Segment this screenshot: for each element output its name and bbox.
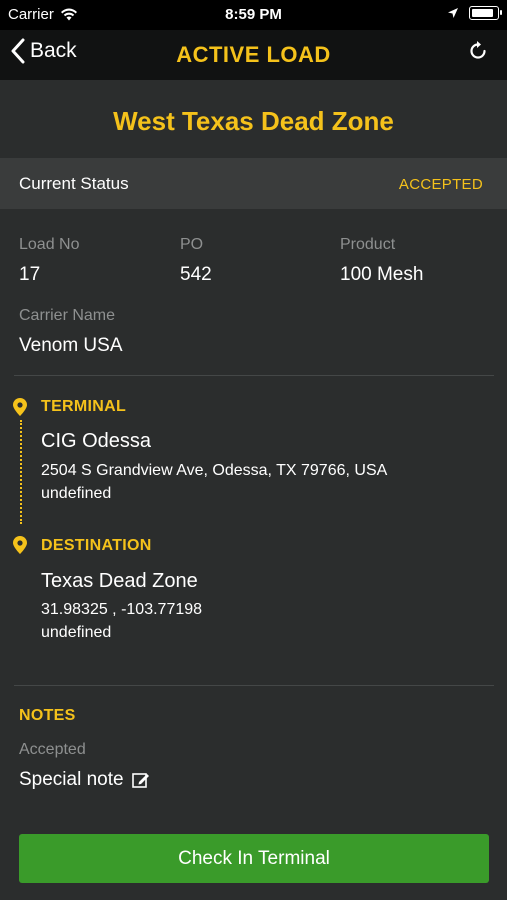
notes-heading: NOTES xyxy=(19,707,76,724)
page-title: ACTIVE LOAD xyxy=(176,42,331,67)
special-note-text: Special note xyxy=(19,769,124,790)
destination-name: Texas Dead Zone xyxy=(41,570,198,592)
check-in-terminal-button[interactable]: Check In Terminal xyxy=(19,834,489,883)
carrier-name-label: Carrier Name xyxy=(19,307,116,324)
battery-icon xyxy=(469,6,502,20)
destination-coords: 31.98325 , -103.77198 xyxy=(41,601,203,618)
destination-extra: undefined xyxy=(41,624,112,641)
nav-bar: Back ACTIVE LOAD xyxy=(0,30,507,80)
carrier-name-value: Venom USA xyxy=(19,335,123,356)
terminal-extra: undefined xyxy=(41,485,112,502)
po-label: PO xyxy=(180,236,204,253)
load-no-value: 17 xyxy=(19,264,41,285)
destination-heading: DESTINATION xyxy=(41,537,152,554)
product-value: 100 Mesh xyxy=(340,264,424,285)
refresh-icon xyxy=(470,41,486,59)
terminal-name: CIG Odessa xyxy=(41,430,152,452)
status-badge: ACCEPTED xyxy=(398,176,483,193)
location-pin-icon xyxy=(13,398,27,416)
notes-label: Accepted xyxy=(19,741,86,758)
load-title: West Texas Dead Zone xyxy=(113,106,394,136)
battery-fill xyxy=(472,9,493,17)
load-no-label: Load No xyxy=(19,236,80,253)
po-value: 542 xyxy=(180,264,212,285)
route-connector-line xyxy=(19,420,22,524)
divider xyxy=(14,375,494,376)
location-pin-icon xyxy=(13,536,27,554)
product-label: Product xyxy=(340,236,396,253)
location-arrow-icon xyxy=(448,8,458,18)
refresh-button[interactable] xyxy=(467,40,489,67)
notes-value: Special note xyxy=(19,769,150,791)
terminal-address: 2504 S Grandview Ave, Odessa, TX 79766, … xyxy=(41,462,388,479)
terminal-heading: TERMINAL xyxy=(41,398,127,415)
clock: 8:59 PM xyxy=(225,6,282,23)
current-status-row: Current Status ACCEPTED xyxy=(0,158,507,209)
edit-icon[interactable] xyxy=(131,771,150,789)
status-label: Current Status xyxy=(19,174,129,193)
status-bar: Carrier 8:59 PM xyxy=(0,0,507,30)
divider xyxy=(14,685,494,686)
